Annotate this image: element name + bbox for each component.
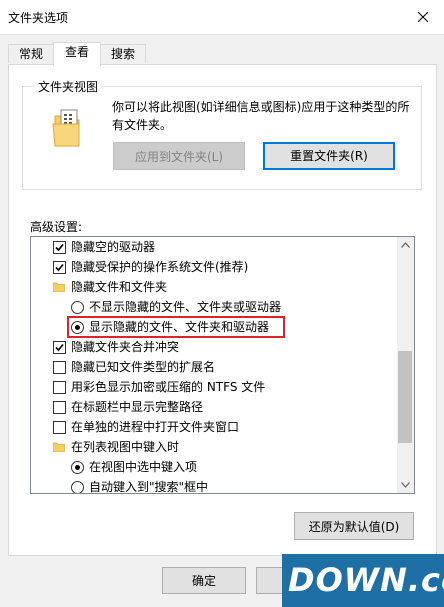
title-bar: 文件夹选项 — [0, 0, 444, 35]
folder-views-legend: 文件夹视图 — [34, 78, 103, 95]
checkbox[interactable] — [53, 381, 66, 394]
tab-search[interactable]: 搜索 — [100, 44, 146, 63]
setting-label: 隐藏空的驱动器 — [71, 240, 156, 254]
close-button[interactable] — [404, 0, 442, 34]
folder-icon — [53, 442, 65, 452]
advanced-settings-tree: 隐藏空的驱动器 隐藏受保护的操作系统文件(推荐) 隐藏文件和文件夹 不显示隐藏的… — [30, 236, 415, 494]
setting-label: 在标题栏中显示完整路径 — [71, 400, 204, 414]
advanced-settings-label: 高级设置: — [30, 220, 83, 234]
window-title: 文件夹选项 — [8, 11, 69, 25]
setting-label: 不显示隐藏的文件、文件夹或驱动器 — [89, 300, 282, 314]
checkbox[interactable] — [53, 421, 66, 434]
setting-label: 用彩色显示加密或压缩的 NTFS 文件 — [71, 380, 266, 394]
apply-to-folders-button[interactable]: 应用到文件夹(L) — [113, 142, 245, 170]
check-icon — [55, 263, 64, 272]
setting-label: 在单独的进程中打开文件夹窗口 — [71, 420, 240, 434]
highlight-annotation-box — [67, 316, 285, 338]
close-icon — [418, 12, 428, 22]
check-icon — [55, 243, 64, 252]
setting-label: 自动键入到"搜索"框中 — [89, 480, 209, 494]
tab-general[interactable]: 常规 — [8, 44, 54, 63]
reset-folders-button[interactable]: 重置文件夹(R) — [263, 142, 395, 170]
checkbox[interactable] — [53, 401, 66, 414]
radio-button[interactable] — [71, 301, 84, 314]
radio-button-selected[interactable] — [71, 461, 84, 474]
checkbox[interactable] — [53, 241, 66, 254]
ok-button[interactable]: 确定 — [162, 567, 246, 594]
checkbox[interactable] — [53, 341, 66, 354]
folder-views-description: 你可以将此视图(如详细信息或图标)应用于这种类型的所有文件夹。 — [112, 100, 410, 132]
restore-defaults-button[interactable]: 还原为默认值(D) — [294, 512, 414, 540]
setting-label: 隐藏受保护的操作系统文件(推荐) — [71, 260, 249, 274]
radio-button[interactable] — [71, 481, 84, 493]
setting-label: 隐藏文件和文件夹 — [71, 280, 168, 294]
folder-view-icon — [52, 109, 80, 147]
scroll-down-icon[interactable] — [401, 482, 410, 488]
folder-icon — [53, 282, 65, 292]
setting-label: 隐藏已知文件类型的扩展名 — [71, 360, 216, 374]
setting-label: 在视图中选中键入项 — [89, 460, 198, 474]
scroll-up-icon[interactable] — [401, 242, 410, 248]
setting-label: 隐藏文件夹合并冲突 — [71, 340, 180, 354]
check-icon — [55, 343, 64, 352]
checkbox[interactable] — [53, 261, 66, 274]
scrollbar-thumb[interactable] — [398, 351, 412, 443]
vertical-scrollbar[interactable] — [397, 237, 414, 493]
checkbox[interactable] — [53, 361, 66, 374]
watermark-logo: DOWN.cc — [282, 554, 444, 607]
setting-label: 在列表视图中键入时 — [71, 440, 180, 454]
watermark-text: DOWN.cc — [288, 561, 444, 599]
tab-view[interactable]: 查看 — [53, 42, 101, 66]
